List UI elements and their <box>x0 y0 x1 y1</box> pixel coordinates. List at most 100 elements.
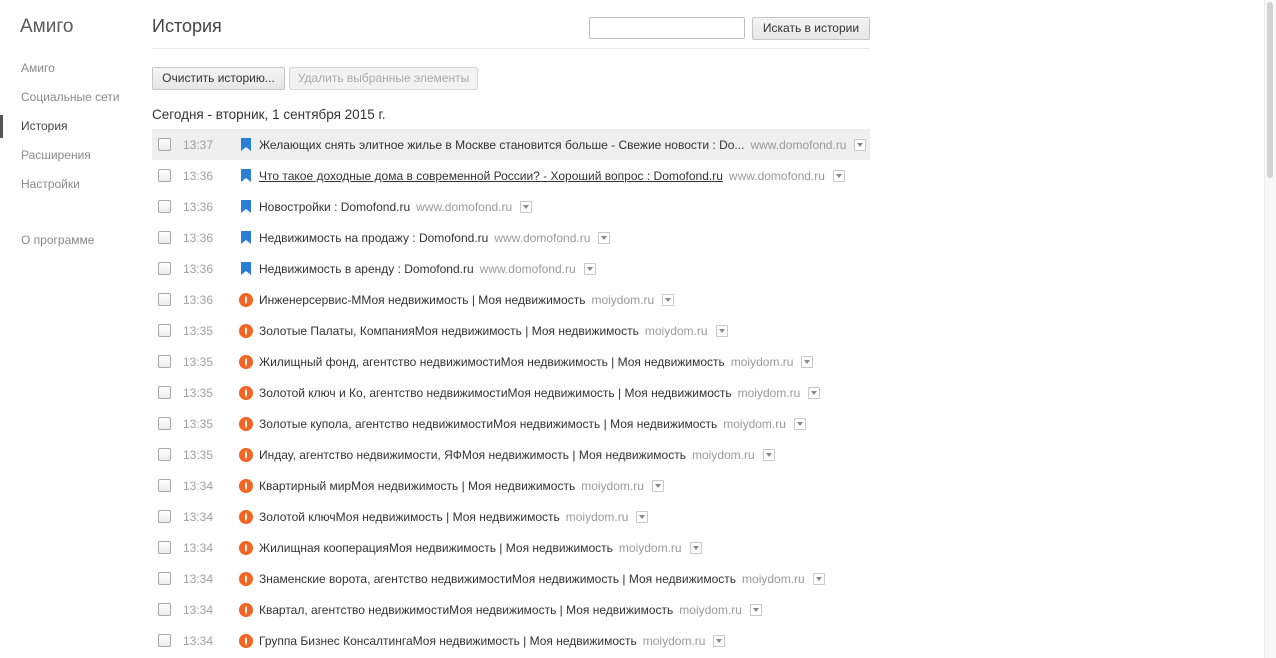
entry-title-link[interactable]: Золотой ключ и Ко, агентство недвижимост… <box>259 386 732 400</box>
entry-domain: www.domofond.ru <box>416 199 513 214</box>
scrollbar[interactable] <box>1264 0 1276 658</box>
entry-menu-button[interactable] <box>762 448 775 461</box>
entry-title-link[interactable]: Знаменские ворота, агентство недвижимост… <box>259 572 736 586</box>
entry-menu-button[interactable] <box>808 386 821 399</box>
entry-checkbox[interactable] <box>158 200 171 213</box>
entry-title-link[interactable]: Квартирный мирМоя недвижимость | Моя нед… <box>259 479 575 493</box>
entry-title-link[interactable]: Недвижимость на продажу : Domofond.ru <box>259 231 488 245</box>
history-entry[interactable]: 13:35 Индау, агентство недвижимости, ЯФМо… <box>152 439 870 470</box>
entry-menu-button[interactable] <box>793 417 806 430</box>
history-entry[interactable]: 13:34 Квартал, агентство недвижимостиМоя … <box>152 594 870 625</box>
entry-checkbox[interactable] <box>158 572 171 585</box>
history-entry[interactable]: 13:36 Что такое доходные дома в современн… <box>152 160 870 191</box>
entry-menu-button[interactable] <box>636 510 649 523</box>
entry-checkbox[interactable] <box>158 386 171 399</box>
entry-domain: moiydom.ru <box>691 447 755 462</box>
entry-title-link[interactable]: Инженерсервис-ММоя недвижимость | Моя не… <box>259 293 585 307</box>
entry-checkbox[interactable] <box>158 262 171 275</box>
chevron-down-icon <box>665 297 672 302</box>
entry-domain: moiydom.ru <box>737 385 801 400</box>
entry-title-link[interactable]: Золотой ключМоя недвижимость | Моя недви… <box>259 510 560 524</box>
search-input[interactable] <box>589 17 745 39</box>
entry-checkbox[interactable] <box>158 448 171 461</box>
entry-menu-button[interactable] <box>854 138 867 151</box>
search-history-button[interactable]: Искать в истории <box>752 17 870 40</box>
history-list: 13:37 Желающих снять элитное жилье в Моск… <box>152 129 870 656</box>
history-entry[interactable]: 13:36 Инженерсервис-ММоя недвижимость | М… <box>152 284 870 315</box>
entry-checkbox[interactable] <box>158 541 171 554</box>
entry-checkbox[interactable] <box>158 603 171 616</box>
history-entry[interactable]: 13:36 Недвижимость на продажу : Domofond.… <box>152 222 870 253</box>
entry-menu-button[interactable] <box>801 355 814 368</box>
history-entry[interactable]: 13:34 Знаменские ворота, агентство недвиж… <box>152 563 870 594</box>
entry-title-link[interactable]: Новостройки : Domofond.ru <box>259 200 410 214</box>
sidebar-item-history[interactable]: История <box>21 119 68 133</box>
entry-menu-button[interactable] <box>713 634 726 647</box>
sidebar-item-social[interactable]: Социальные сети <box>21 90 120 104</box>
entry-menu-button[interactable] <box>812 572 825 585</box>
sidebar-item-amigo[interactable]: Амиго <box>21 61 55 75</box>
history-entry[interactable]: 13:34 Квартирный мирМоя недвижимость | Мо… <box>152 470 870 501</box>
history-entry[interactable]: 13:36 Новостройки : Domofond.ru www.domofo… <box>152 191 870 222</box>
entry-checkbox[interactable] <box>158 634 171 647</box>
moiydom-icon <box>239 354 253 369</box>
chevron-down-icon <box>692 545 699 550</box>
entry-checkbox[interactable] <box>158 169 171 182</box>
entry-checkbox[interactable] <box>158 510 171 523</box>
chevron-down-icon <box>804 359 811 364</box>
entry-menu-button[interactable] <box>598 231 611 244</box>
entry-domain: www.domofond.ru <box>479 261 576 276</box>
entry-checkbox[interactable] <box>158 138 171 151</box>
entry-checkbox[interactable] <box>158 231 171 244</box>
bookmark-icon <box>239 169 253 183</box>
entry-title-link[interactable]: Жилищный фонд, агентство недвижимостиМоя… <box>259 355 725 369</box>
history-entry[interactable]: 13:34 Золотой ключМоя недвижимость | Моя … <box>152 501 870 532</box>
entry-title-link[interactable]: Группа Бизнес КонсалтингаМоя недвижимост… <box>259 634 637 648</box>
history-entry[interactable]: 13:34 Группа Бизнес КонсалтингаМоя недвиж… <box>152 625 870 656</box>
entry-time: 13:35 <box>183 323 214 338</box>
sidebar-item-extensions[interactable]: Расширения <box>21 148 91 162</box>
entry-title-link[interactable]: Недвижимость в аренду : Domofond.ru <box>259 262 474 276</box>
entry-menu-button[interactable] <box>832 169 845 182</box>
moiydom-icon <box>239 509 253 524</box>
history-entry[interactable]: 13:35 Золотой ключ и Ко, агентство недвиж… <box>152 377 870 408</box>
chevron-down-icon <box>835 173 842 178</box>
scrollbar-thumb[interactable] <box>1267 2 1273 178</box>
sidebar-item-about[interactable]: О программе <box>21 233 94 247</box>
history-entry[interactable]: 13:36 Недвижимость в аренду : Domofond.ru… <box>152 253 870 284</box>
sidebar-item-settings[interactable]: Настройки <box>21 177 80 191</box>
entry-menu-button[interactable] <box>583 262 596 275</box>
entry-time: 13:36 <box>183 261 214 276</box>
entry-title-link[interactable]: Жилищная кооперацияМоя недвижимость | Мо… <box>259 541 613 555</box>
chevron-down-icon <box>796 421 803 426</box>
clear-history-button[interactable]: Очистить историю... <box>152 67 285 90</box>
entry-title-link[interactable]: Золотые купола, агентство недвижимостиМо… <box>259 417 717 431</box>
entry-menu-button[interactable] <box>662 293 675 306</box>
entry-checkbox[interactable] <box>158 324 171 337</box>
entry-menu-button[interactable] <box>749 603 762 616</box>
entry-title-link[interactable]: Индау, агентство недвижимости, ЯФМоя нед… <box>259 448 686 462</box>
bookmark-icon <box>239 231 253 245</box>
entry-time: 13:35 <box>183 447 214 462</box>
entry-time: 13:34 <box>183 478 214 493</box>
entry-checkbox[interactable] <box>158 355 171 368</box>
entry-domain: moiydom.ru <box>679 602 742 617</box>
entry-title-link[interactable]: Золотые Палаты, КомпанияМоя недвижимость… <box>259 324 639 338</box>
entry-title-link[interactable]: Что такое доходные дома в современной Ро… <box>259 169 723 183</box>
entry-checkbox[interactable] <box>158 417 171 430</box>
entry-menu-button[interactable] <box>715 324 728 337</box>
entry-checkbox[interactable] <box>158 479 171 492</box>
entry-domain: moiydom.ru <box>642 633 706 648</box>
entry-menu-button[interactable] <box>520 200 533 213</box>
entry-title-link[interactable]: Квартал, агентство недвижимостиМоя недви… <box>259 603 673 617</box>
history-entry[interactable]: 13:35 Золотые купола, агентство недвижимо… <box>152 408 870 439</box>
history-entry[interactable]: 13:35 Жилищный фонд, агентство недвижимос… <box>152 346 870 377</box>
entry-checkbox[interactable] <box>158 293 171 306</box>
history-entry[interactable]: 13:35 Золотые Палаты, КомпанияМоя недвижи… <box>152 315 870 346</box>
history-entry[interactable]: 13:37 Желающих снять элитное жилье в Моск… <box>152 129 870 160</box>
delete-selected-button[interactable]: Удалить выбранные элементы <box>289 67 478 90</box>
history-entry[interactable]: 13:34 Жилищная кооперацияМоя недвижимость… <box>152 532 870 563</box>
entry-menu-button[interactable] <box>651 479 664 492</box>
entry-title-link[interactable]: Желающих снять элитное жилье в Москве ст… <box>259 138 744 152</box>
entry-menu-button[interactable] <box>689 541 702 554</box>
